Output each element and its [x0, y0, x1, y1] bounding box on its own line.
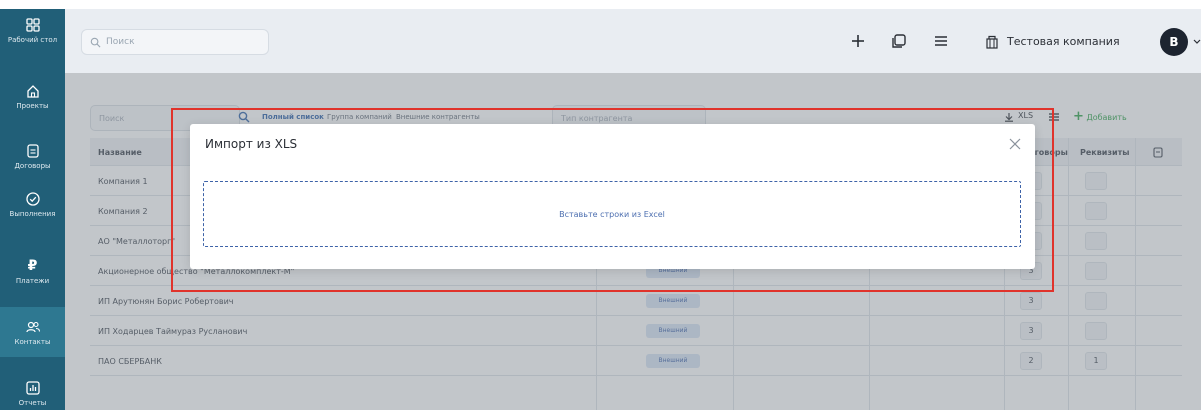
document-icon	[26, 144, 39, 158]
copy-icon[interactable]	[891, 33, 907, 49]
search-placeholder: Поиск	[106, 37, 135, 47]
chart-icon	[25, 381, 40, 395]
sidebar-item-projects[interactable]: Проекты	[0, 83, 65, 111]
sidebar-item-label: Отчеты	[18, 399, 47, 407]
sidebar-item-label: Платежи	[15, 277, 50, 285]
dashboard-icon	[25, 18, 40, 32]
sidebar-item-contacts[interactable]: Контакты	[0, 307, 65, 357]
sidebar-item-contracts[interactable]: Договоры	[0, 143, 65, 171]
global-search-input[interactable]: Поиск	[81, 29, 269, 55]
sidebar-item-label: Рабочий стол	[7, 36, 58, 44]
sidebar-item-payments[interactable]: ₽ Платежи	[0, 258, 65, 286]
highlight-box	[171, 108, 1054, 292]
sidebar-item-executions[interactable]: Выполнения	[0, 191, 65, 219]
company-name[interactable]: Тестовая компания	[1007, 35, 1120, 48]
sidebar-item-reports[interactable]: Отчеты	[0, 380, 65, 408]
contacts-icon	[25, 321, 40, 333]
sidebar-item-label: Договоры	[14, 162, 51, 170]
menu-icon[interactable]	[933, 33, 949, 49]
sidebar-item-label: Проекты	[16, 102, 49, 110]
top-bar: Поиск Тестовая компания В	[65, 9, 1201, 73]
check-circle-icon	[25, 192, 40, 206]
sidebar-item-label: Выполнения	[9, 210, 56, 218]
ruble-icon: ₽	[27, 258, 38, 274]
search-icon	[90, 37, 101, 48]
sidebar-item-label: Контакты	[14, 338, 51, 346]
chevron-down-icon[interactable]	[1193, 39, 1201, 45]
plus-icon[interactable]	[850, 33, 866, 49]
home-icon	[26, 85, 39, 98]
avatar[interactable]: В	[1160, 28, 1188, 56]
company-building-icon	[986, 35, 998, 49]
sidebar: Рабочий стол Проекты Договоры Выполнения…	[0, 9, 65, 410]
sidebar-item-dashboard[interactable]: Рабочий стол	[0, 17, 65, 45]
